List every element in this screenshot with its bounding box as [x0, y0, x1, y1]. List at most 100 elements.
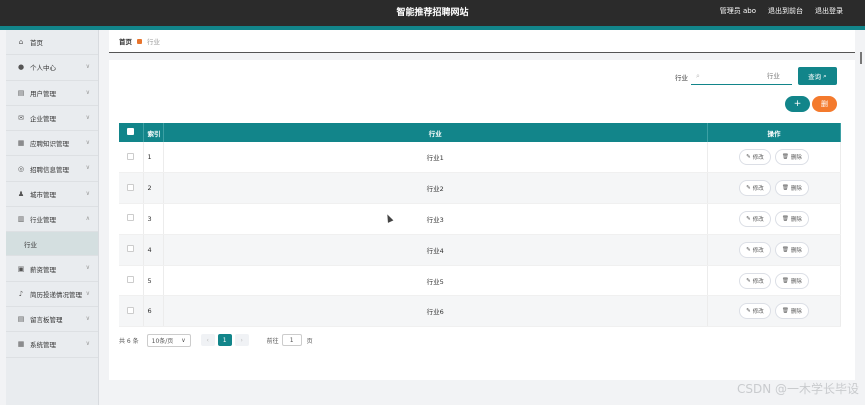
sidebar-item-label: 企业管理 — [30, 115, 56, 124]
select-all-cell — [119, 123, 144, 142]
pagination: 共 6 条 10条/页 ∨ ‹ 1 › 前往 1 页 — [119, 333, 519, 347]
edit-button[interactable]: ✎ 修改 — [739, 303, 771, 320]
book-icon: ▦ — [17, 139, 25, 148]
sidebar-item-users[interactable]: ▤ 用户管理 ∨ — [6, 81, 98, 106]
delete-button[interactable]: 🗑 删除 — [774, 303, 809, 320]
sidebar-item-recruit[interactable]: ◎ 招聘信息管理 ∨ — [6, 156, 98, 182]
sidebar-item-label: 留言板管理 — [30, 316, 63, 325]
trash-icon: 🗑 — [781, 154, 789, 161]
table-row: 6 行业6 ✎ 修改 🗑 删除 — [119, 295, 841, 328]
chevron-down-icon: ∨ — [181, 336, 186, 344]
search-button-label: 查询 — [808, 73, 822, 81]
chevron-down-icon: ∨ — [85, 314, 90, 322]
delete-button[interactable]: 🗑 删除 — [774, 272, 809, 289]
delete-button[interactable]: 🗑 删除 — [774, 241, 809, 258]
row-checkbox[interactable] — [127, 245, 135, 253]
sidebar-item-board[interactable]: ▤ 留言板管理 ∨ — [6, 307, 98, 333]
edit-button[interactable]: ✎ 修改 — [739, 149, 771, 166]
watermark: CSDN @一木学长毕设 — [736, 382, 859, 396]
row-checkbox[interactable] — [127, 276, 135, 284]
edit-icon: ✎ — [746, 308, 751, 315]
edit-icon: ✎ — [746, 246, 751, 253]
top-bar: 智能推荐招聘网站 管理员 abo 退出到前台 退出登录 — [0, 0, 865, 26]
sidebar-item-system[interactable]: ▦ 系统管理 ∨ — [6, 332, 98, 358]
trash-icon: 🗑 — [781, 215, 789, 222]
breadcrumb-current: 行业 — [147, 38, 160, 46]
row-checkbox[interactable] — [127, 306, 135, 314]
row-checkbox[interactable] — [127, 183, 135, 191]
edit-icon: ✎ — [746, 277, 751, 284]
edit-label: 修改 — [752, 247, 764, 254]
breadcrumb-home[interactable]: 首页 — [119, 36, 132, 46]
delete-button[interactable]: 🗑 删除 — [774, 180, 809, 197]
user-icon: ● — [17, 63, 25, 72]
trash-icon: 🗑 — [781, 246, 789, 253]
select-all-checkbox[interactable] — [127, 128, 135, 135]
next-page-button[interactable]: › — [234, 334, 249, 346]
edit-label: 修改 — [752, 155, 764, 162]
edit-button[interactable]: ✎ 修改 — [739, 272, 771, 289]
breadcrumb: 首页 行业 — [109, 30, 855, 53]
row-index: 4 — [143, 234, 164, 266]
prev-page-button[interactable]: ‹ — [200, 334, 215, 346]
table-header-row: 索引 行业 操作 — [119, 123, 841, 142]
row-ops: ✎ 修改 🗑 删除 — [707, 203, 841, 235]
edit-button[interactable]: ✎ 修改 — [739, 241, 771, 258]
row-index: 5 — [143, 265, 164, 297]
admin-label: 管理员 abo — [719, 7, 756, 15]
row-checkbox[interactable] — [127, 152, 135, 160]
sidebar-item-home[interactable]: ⌂ 首页 — [6, 30, 98, 56]
page-size-select[interactable]: 10条/页 ∨ — [146, 333, 191, 347]
sidebar-item-company[interactable]: ✉ 企业管理 ∨ — [6, 106, 98, 132]
users-icon: ▤ — [17, 88, 25, 97]
page-number-current[interactable]: 1 — [217, 334, 232, 346]
goto-label: 前往 — [266, 337, 279, 345]
row-checkbox[interactable] — [127, 214, 135, 222]
trash-icon: 🗑 — [781, 308, 789, 315]
chevron-down-icon: ∨ — [85, 340, 90, 348]
row-check-cell — [119, 234, 144, 266]
sidebar-subitem-industry[interactable]: 行业 — [6, 232, 98, 257]
sidebar-item-label: 应聘知识管理 — [30, 140, 69, 149]
sidebar-item-knowledge[interactable]: ▦ 应聘知识管理 ∨ — [6, 131, 98, 157]
search-icon: ⌕ — [823, 71, 827, 80]
edit-button[interactable]: ✎ 修改 — [739, 180, 771, 197]
row-index: 2 — [143, 172, 164, 205]
search-field[interactable]: ⌕ — [691, 68, 792, 85]
add-button[interactable]: + — [785, 96, 810, 112]
row-industry: 行业6 — [163, 295, 708, 328]
scrollbar-thumb[interactable] — [860, 52, 862, 64]
row-index: 1 — [143, 142, 164, 174]
edit-icon: ✎ — [746, 215, 751, 222]
goto-page-input[interactable]: 1 — [281, 334, 302, 346]
row-check-cell — [119, 203, 144, 235]
sidebar-item-profile[interactable]: ● 个人中心 ∨ — [6, 55, 98, 81]
wallet-icon: ▣ — [17, 264, 25, 273]
chevron-down-icon: ∨ — [85, 189, 90, 197]
table-row: 2 行业2 ✎ 修改 🗑 删除 — [119, 172, 841, 205]
sidebar-item-industry[interactable]: ▥ 行业管理 ∧ — [6, 207, 98, 233]
sidebar-item-salary[interactable]: ▣ 薪资管理 ∨ — [6, 256, 98, 282]
table-row: 3 行业3 ✎ 修改 🗑 删除 — [119, 203, 841, 235]
edit-label: 修改 — [752, 278, 764, 285]
edit-button[interactable]: ✎ 修改 — [739, 210, 771, 227]
main-content: 首页 行业 行业 ⌕ 查询 ⌕ + 删 索引 行业 操作 1 行业1 — [109, 30, 855, 405]
chevron-down-icon: ∨ — [85, 264, 90, 272]
sidebar-item-city[interactable]: ♟ 城市管理 ∨ — [6, 182, 98, 208]
row-index: 3 — [143, 203, 164, 235]
search-input[interactable] — [699, 72, 780, 80]
edit-icon: ✎ — [746, 154, 751, 161]
sidebar-item-resume[interactable]: ♪ 简历投递情况管理 ∨ — [6, 282, 98, 307]
delete-label: 删除 — [790, 155, 802, 162]
delete-button[interactable]: 🗑 删除 — [774, 210, 809, 227]
batch-delete-button[interactable]: 删 — [812, 96, 837, 112]
search-button[interactable]: 查询 ⌕ — [798, 67, 837, 85]
delete-button[interactable]: 🗑 删除 — [774, 149, 809, 166]
table-row: 4 行业4 ✎ 修改 🗑 删除 — [119, 234, 841, 266]
goto-unit: 页 — [306, 337, 313, 345]
logout-link[interactable]: 退出登录 — [815, 6, 843, 16]
table-row: 5 行业5 ✎ 修改 🗑 删除 — [119, 265, 841, 297]
back-to-front-link[interactable]: 退出到前台 — [768, 6, 803, 16]
sidebar-item-label: 薪资管理 — [30, 265, 56, 274]
sidebar-item-label: 行业管理 — [30, 216, 56, 225]
